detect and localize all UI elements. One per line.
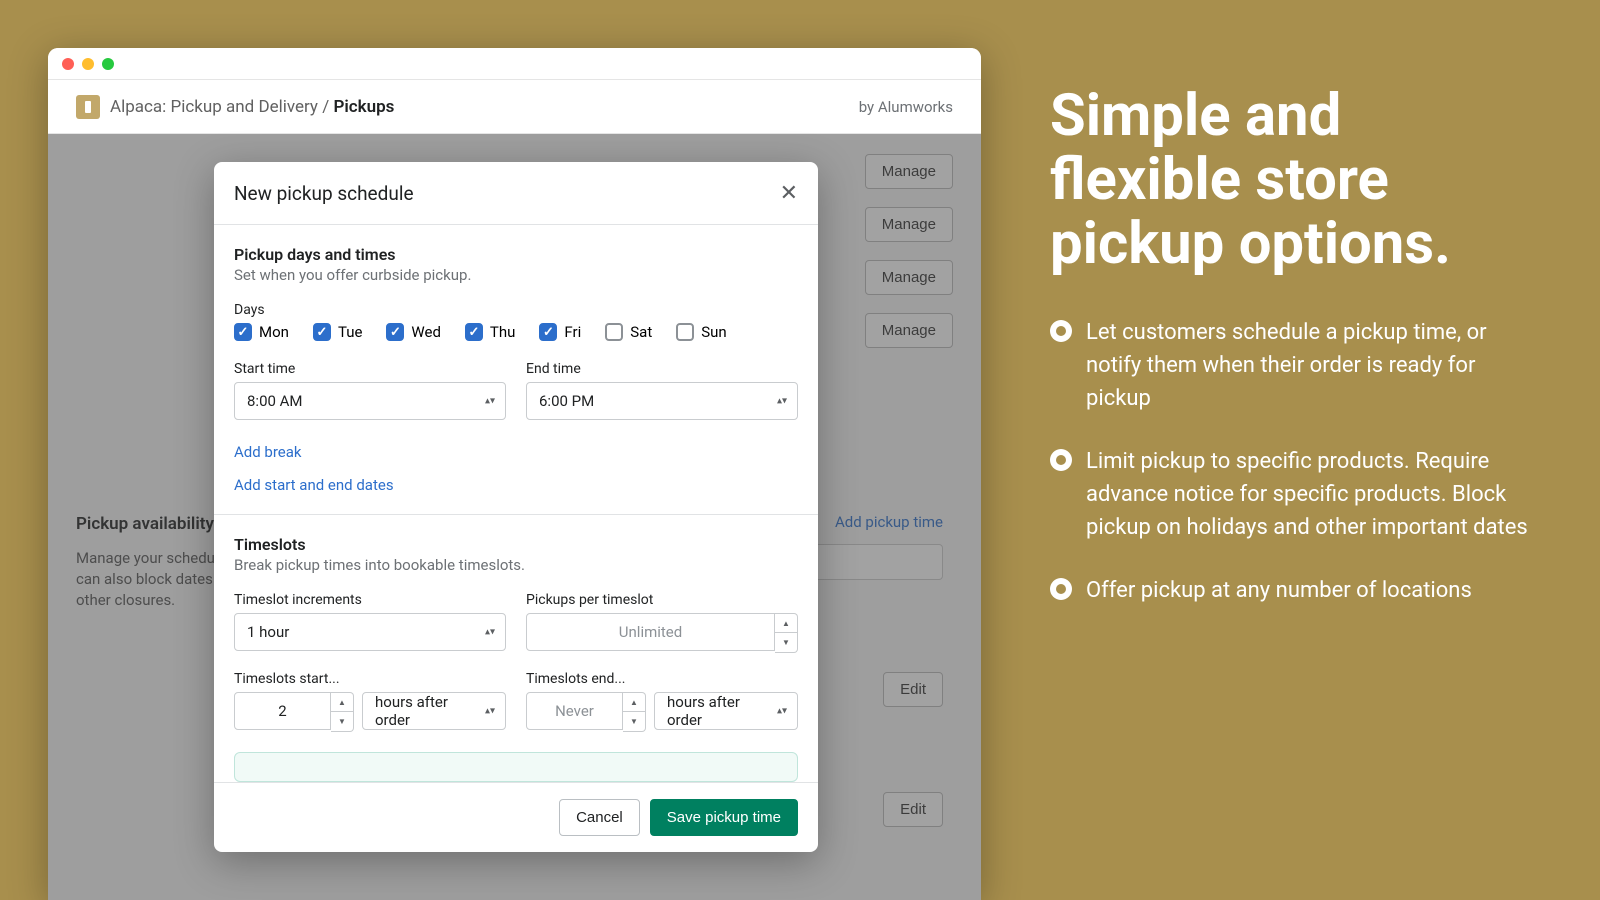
end-unit-select[interactable]: hours after order▴▾ [654, 692, 798, 730]
checkbox[interactable] [539, 323, 557, 341]
maximize-window-icon[interactable] [102, 58, 114, 70]
end-time-select[interactable]: 6:00 PM▴▾ [526, 382, 798, 420]
day-fri[interactable]: Fri [539, 323, 581, 341]
start-time-select[interactable]: 8:00 AM▴▾ [234, 382, 506, 420]
day-label: Mon [259, 323, 289, 341]
close-window-icon[interactable] [62, 58, 74, 70]
day-label: Fri [564, 323, 581, 341]
minimize-window-icon[interactable] [82, 58, 94, 70]
app-body: Manage Manage Manage Manage Pickup avail… [48, 134, 981, 900]
day-thu[interactable]: Thu [465, 323, 515, 341]
start-offset-stepper[interactable]: 2 ▲▼ [234, 692, 354, 732]
close-icon[interactable]: ✕ [780, 180, 798, 206]
cancel-button[interactable]: Cancel [559, 799, 640, 836]
checkbox[interactable] [386, 323, 404, 341]
day-label: Sat [630, 323, 652, 341]
day-sun[interactable]: Sun [676, 323, 726, 341]
per-timeslot-label: Pickups per timeslot [526, 592, 798, 608]
timeslots-section: Timeslots Break pickup times into bookab… [214, 515, 818, 782]
checkbox[interactable] [676, 323, 694, 341]
day-tue[interactable]: Tue [313, 323, 362, 341]
bullet-icon [1050, 449, 1072, 471]
days-label: Days [234, 302, 798, 318]
days-row: Mon Tue Wed Thu Fri Sat Sun [234, 323, 798, 341]
add-dates-link[interactable]: Add start and end dates [234, 476, 394, 494]
end-time-label: End time [526, 361, 798, 377]
day-wed[interactable]: Wed [386, 323, 441, 341]
checkbox[interactable] [605, 323, 623, 341]
marketing-heading: Simple and flexible store pickup options… [1050, 85, 1530, 276]
bullet-1: Let customers schedule a pickup time, or… [1050, 316, 1530, 415]
titlebar: Alpaca: Pickup and Delivery / Pickups by… [48, 80, 981, 134]
new-pickup-schedule-modal: New pickup schedule ✕ Pickup days and ti… [214, 162, 818, 852]
modal-title: New pickup schedule [234, 182, 414, 205]
section-heading: Pickup days and times [234, 245, 798, 264]
per-timeslot-stepper[interactable]: Unlimited ▲▼ [526, 613, 798, 653]
day-label: Wed [411, 323, 441, 341]
window-traffic-lights [48, 48, 981, 80]
byline: by Alumworks [859, 98, 953, 116]
checkbox[interactable] [313, 323, 331, 341]
section-subtext: Break pickup times into bookable timeslo… [234, 556, 798, 574]
bullet-icon [1050, 578, 1072, 600]
pickup-days-section: Pickup days and times Set when you offer… [214, 225, 818, 515]
marketing-copy: Simple and flexible store pickup options… [1050, 85, 1530, 637]
stepper-down-icon[interactable]: ▼ [623, 712, 645, 731]
end-offset-stepper[interactable]: Never ▲▼ [526, 692, 646, 732]
chevron-updown-icon: ▴▾ [485, 627, 495, 638]
modal-header: New pickup schedule ✕ [214, 162, 818, 225]
section-subtext: Set when you offer curbside pickup. [234, 266, 798, 284]
increments-select[interactable]: 1 hour▴▾ [234, 613, 506, 651]
chevron-updown-icon: ▴▾ [777, 706, 787, 717]
marketing-bullets: Let customers schedule a pickup time, or… [1050, 316, 1530, 607]
bullet-icon [1050, 320, 1072, 342]
day-sat[interactable]: Sat [605, 323, 652, 341]
info-banner [234, 752, 798, 782]
breadcrumb: Alpaca: Pickup and Delivery / Pickups [110, 97, 394, 117]
stepper-down-icon[interactable]: ▼ [331, 712, 353, 731]
checkbox[interactable] [465, 323, 483, 341]
app-window: Alpaca: Pickup and Delivery / Pickups by… [48, 48, 981, 900]
increments-label: Timeslot increments [234, 592, 506, 608]
bullet-2: Limit pickup to specific products. Requi… [1050, 445, 1530, 544]
bullet-3: Offer pickup at any number of locations [1050, 574, 1530, 607]
start-unit-select[interactable]: hours after order▴▾ [362, 692, 506, 730]
app-logo-icon [76, 95, 100, 119]
stepper-up-icon[interactable]: ▲ [623, 693, 645, 712]
start-time-label: Start time [234, 361, 506, 377]
day-mon[interactable]: Mon [234, 323, 289, 341]
chevron-updown-icon: ▴▾ [485, 396, 495, 407]
checkbox[interactable] [234, 323, 252, 341]
timeslots-end-label: Timeslots end... [526, 671, 798, 687]
chevron-updown-icon: ▴▾ [777, 396, 787, 407]
save-button[interactable]: Save pickup time [650, 799, 798, 836]
add-break-link[interactable]: Add break [234, 443, 302, 461]
stepper-down-icon[interactable]: ▼ [775, 633, 797, 652]
day-label: Thu [490, 323, 515, 341]
modal-footer: Cancel Save pickup time [214, 782, 818, 852]
stepper-up-icon[interactable]: ▲ [775, 614, 797, 633]
stepper-up-icon[interactable]: ▲ [331, 693, 353, 712]
section-heading: Timeslots [234, 535, 798, 554]
day-label: Tue [338, 323, 362, 341]
day-label: Sun [701, 323, 726, 341]
timeslots-start-label: Timeslots start... [234, 671, 506, 687]
modal-body: Pickup days and times Set when you offer… [214, 225, 818, 782]
chevron-updown-icon: ▴▾ [485, 706, 495, 717]
